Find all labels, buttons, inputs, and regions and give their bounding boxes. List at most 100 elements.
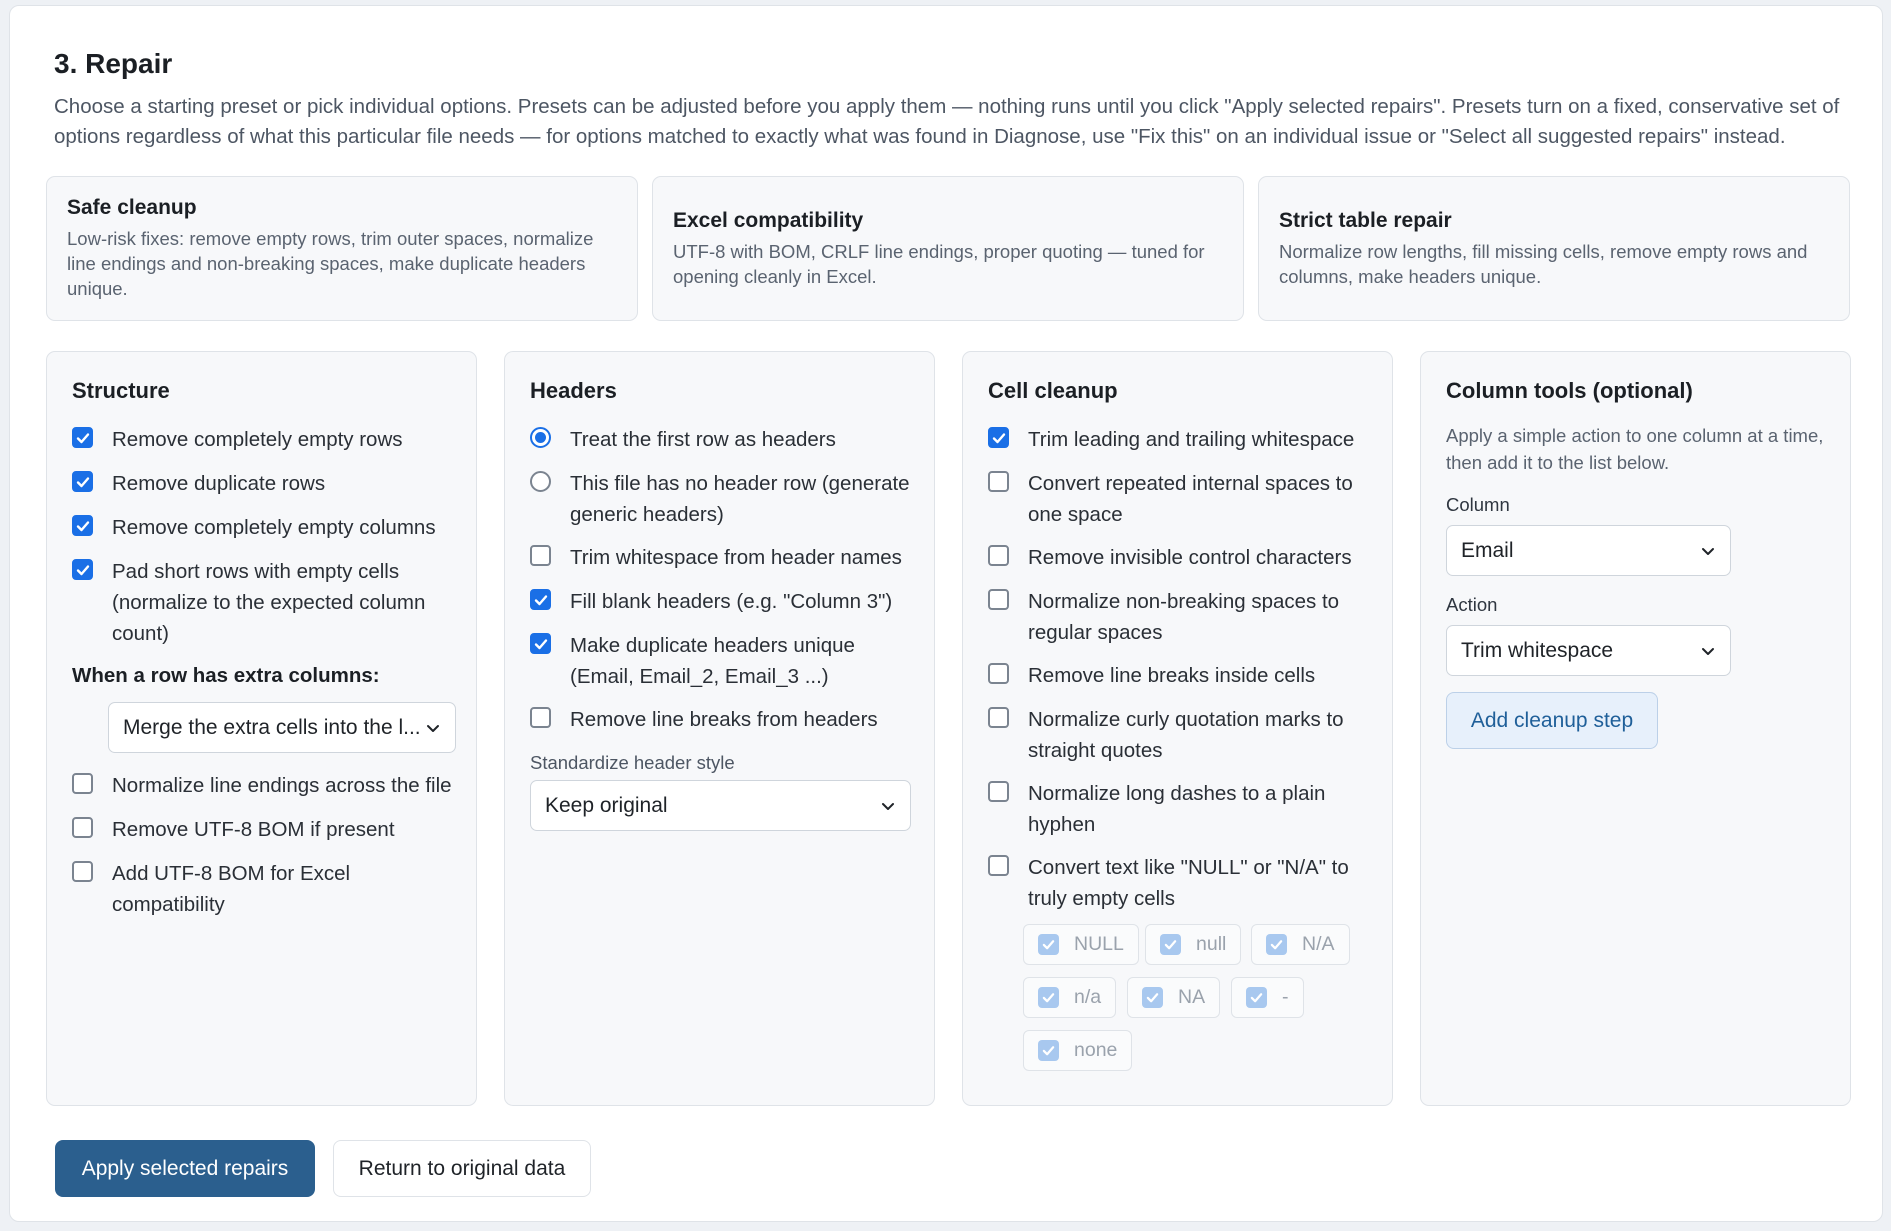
preset-description: Low-risk fixes: remove empty rows, trim … — [67, 228, 594, 299]
checkbox-unchecked[interactable] — [988, 781, 1009, 802]
option-trim-whitespace[interactable]: Trim leading and trailing whitespace — [988, 424, 1374, 455]
option-label: Make duplicate headers unique (Email, Em… — [570, 634, 855, 688]
option-label: Remove invisible control characters — [1028, 546, 1352, 569]
chip-label: null — [1196, 933, 1227, 955]
checkbox-unchecked[interactable] — [72, 817, 93, 838]
checkbox-disabled-checked — [1038, 934, 1059, 955]
column-label: Column — [1446, 494, 1510, 515]
preset-excel-compatibility[interactable]: Excel compatibility UTF-8 with BOM, CRLF… — [652, 176, 1244, 321]
checkbox-disabled-checked — [1038, 1040, 1059, 1061]
return-to-original-button[interactable]: Return to original data — [333, 1140, 591, 1197]
option-unique-headers[interactable]: Make duplicate headers unique (Email, Em… — [530, 630, 916, 692]
chevron-down-icon — [1702, 647, 1714, 655]
checkbox-disabled-checked — [1266, 934, 1287, 955]
radio-unselected[interactable] — [530, 471, 551, 492]
option-remove-cell-line-breaks[interactable]: Remove line breaks inside cells — [988, 660, 1374, 691]
action-select[interactable]: Trim whitespace — [1446, 625, 1731, 676]
checkbox-checked[interactable] — [530, 589, 551, 610]
checkbox-checked[interactable] — [988, 427, 1009, 448]
option-label: Remove duplicate rows — [112, 472, 326, 495]
headers-title: Headers — [530, 378, 617, 403]
null-token-chip[interactable]: NA — [1127, 977, 1221, 1018]
checkbox-unchecked[interactable] — [988, 707, 1009, 728]
checkbox-checked[interactable] — [72, 427, 93, 448]
preset-strict-table-repair[interactable]: Strict table repair Normalize row length… — [1258, 176, 1850, 321]
option-pad-short-rows[interactable]: Pad short rows with empty cells (normali… — [72, 556, 458, 649]
header-style-select[interactable]: Keep original — [530, 780, 911, 831]
select-value: Email — [1461, 538, 1514, 562]
null-token-chip[interactable]: null — [1145, 924, 1242, 965]
checkbox-unchecked[interactable] — [988, 471, 1009, 492]
option-label: Remove completely empty columns — [112, 516, 436, 539]
option-label: Convert repeated internal spaces to one … — [1028, 472, 1353, 526]
option-remove-empty-rows[interactable]: Remove completely empty rows — [72, 424, 458, 455]
checkbox-unchecked[interactable] — [988, 545, 1009, 566]
checkbox-unchecked[interactable] — [988, 589, 1009, 610]
option-label: Pad short rows with empty cells (normali… — [112, 560, 426, 645]
option-label: Normalize non-breaking spaces to regular… — [1028, 590, 1340, 644]
checkbox-checked[interactable] — [72, 471, 93, 492]
select-value: Trim whitespace — [1461, 638, 1614, 662]
headers-card: Headers Treat the first row as headers T… — [504, 351, 935, 1106]
action-label: Action — [1446, 594, 1498, 615]
section-intro: Choose a starting preset or pick individ… — [54, 95, 1840, 148]
option-remove-empty-columns[interactable]: Remove completely empty columns — [72, 512, 458, 543]
option-remove-control-chars[interactable]: Remove invisible control characters — [988, 542, 1374, 573]
null-token-chip[interactable]: n/a — [1023, 977, 1117, 1018]
checkbox-unchecked[interactable] — [72, 773, 93, 794]
chip-label: none — [1074, 1039, 1118, 1061]
radio-first-row-headers[interactable]: Treat the first row as headers — [530, 424, 916, 455]
extra-columns-select[interactable]: Merge the extra cells into the l... — [108, 702, 456, 753]
add-cleanup-step-button[interactable]: Add cleanup step — [1446, 692, 1658, 749]
checkbox-checked[interactable] — [72, 559, 93, 580]
checkbox-unchecked[interactable] — [988, 855, 1009, 876]
preset-title: Strict table repair — [1279, 208, 1452, 232]
option-label: Trim leading and trailing whitespace — [1028, 428, 1355, 451]
chip-label: N/A — [1302, 933, 1335, 955]
option-remove-bom[interactable]: Remove UTF-8 BOM if present — [72, 814, 458, 845]
option-label: Remove line breaks from headers — [570, 708, 878, 731]
option-label: Normalize line endings across the file — [112, 774, 452, 797]
chip-label: - — [1282, 986, 1289, 1008]
radio-selected[interactable] — [530, 427, 551, 448]
option-fill-blank-headers[interactable]: Fill blank headers (e.g. "Column 3") — [530, 586, 916, 617]
null-token-chip[interactable]: - — [1231, 977, 1304, 1018]
select-value: Keep original — [545, 793, 668, 817]
column-tools-title: Column tools (optional) — [1446, 378, 1693, 403]
preset-description: Normalize row lengths, fill missing cell… — [1279, 240, 1808, 287]
option-normalize-dashes[interactable]: Normalize long dashes to a plain hyphen — [988, 778, 1374, 840]
header-style-label: Standardize header style — [530, 752, 735, 773]
checkbox-checked[interactable] — [530, 633, 551, 654]
checkbox-unchecked[interactable] — [988, 663, 1009, 684]
preset-description: UTF-8 with BOM, CRLF line endings, prope… — [673, 240, 1205, 287]
option-remove-header-line-breaks[interactable]: Remove line breaks from headers — [530, 704, 916, 735]
null-token-chip[interactable]: N/A — [1251, 924, 1350, 965]
preset-title: Excel compatibility — [673, 208, 864, 232]
column-select[interactable]: Email — [1446, 525, 1731, 576]
option-label: Convert text like "NULL" or "N/A" to tru… — [1028, 856, 1349, 910]
chevron-down-icon — [427, 724, 439, 732]
option-collapse-spaces[interactable]: Convert repeated internal spaces to one … — [988, 468, 1374, 530]
option-normalize-quotes[interactable]: Normalize curly quotation marks to strai… — [988, 704, 1374, 766]
option-normalize-line-endings[interactable]: Normalize line endings across the file — [72, 770, 458, 801]
select-value: Merge the extra cells into the l... — [123, 715, 421, 739]
checkbox-unchecked[interactable] — [530, 707, 551, 728]
radio-no-header-row[interactable]: This file has no header row (generate ge… — [530, 468, 916, 530]
option-label: Normalize curly quotation marks to strai… — [1028, 708, 1344, 762]
checkbox-disabled-checked — [1038, 987, 1059, 1008]
chip-label: NULL — [1074, 933, 1124, 955]
cell-cleanup-title: Cell cleanup — [988, 378, 1118, 403]
option-convert-null-text[interactable]: Convert text like "NULL" or "N/A" to tru… — [988, 852, 1374, 914]
extra-columns-label: When a row has extra columns: — [72, 664, 380, 687]
option-remove-duplicate-rows[interactable]: Remove duplicate rows — [72, 468, 458, 499]
preset-safe-cleanup[interactable]: Safe cleanup Low-risk fixes: remove empt… — [46, 176, 638, 321]
checkbox-unchecked[interactable] — [530, 545, 551, 566]
option-normalize-nbsp[interactable]: Normalize non-breaking spaces to regular… — [988, 586, 1374, 648]
null-token-chip[interactable]: NULL — [1023, 924, 1139, 965]
apply-repairs-button[interactable]: Apply selected repairs — [55, 1140, 315, 1197]
null-token-chip[interactable]: none — [1023, 1030, 1133, 1071]
option-trim-header-whitespace[interactable]: Trim whitespace from header names — [530, 542, 916, 573]
option-add-bom[interactable]: Add UTF-8 BOM for Excel compatibility — [72, 858, 458, 920]
checkbox-checked[interactable] — [72, 515, 93, 536]
checkbox-unchecked[interactable] — [72, 861, 93, 882]
